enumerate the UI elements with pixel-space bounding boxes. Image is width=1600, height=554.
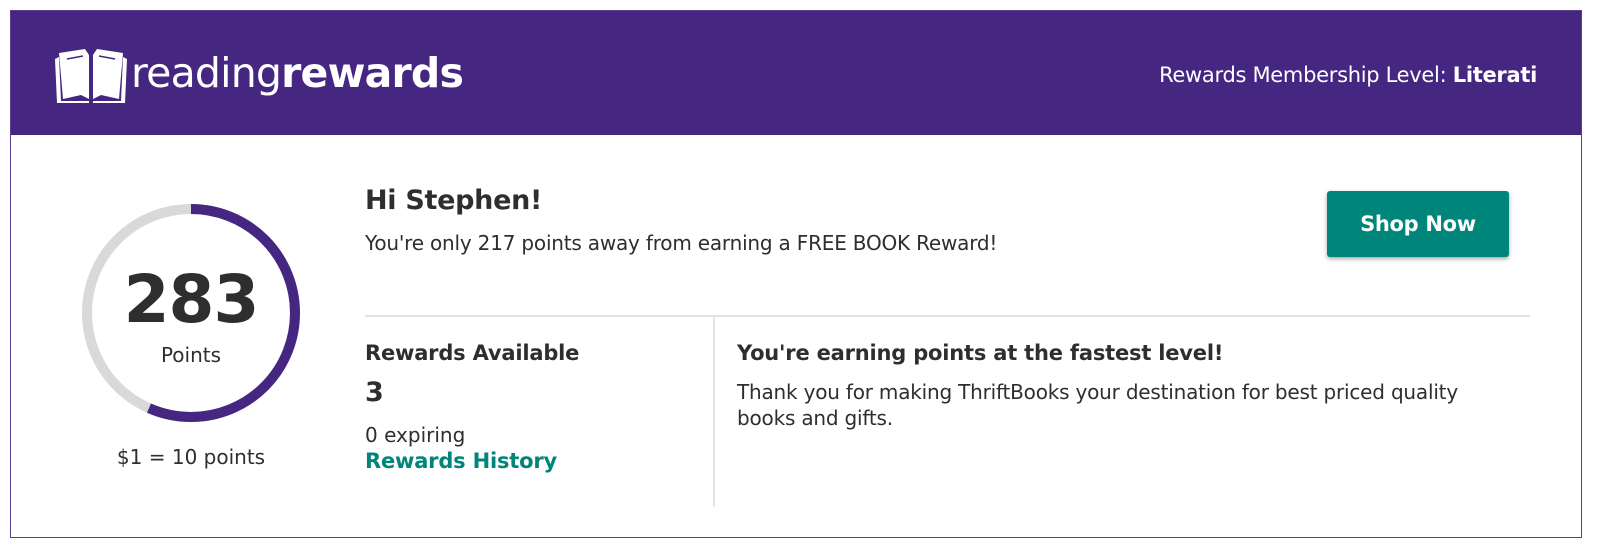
membership-level: Rewards Membership Level: Literati — [1159, 63, 1537, 87]
points-label: Points — [160, 343, 222, 367]
reading-rewards-card: readingrewards Rewards Membership Level:… — [10, 10, 1582, 538]
rewards-history-link[interactable]: Rewards History — [365, 449, 557, 473]
rewards-expiring: 0 expiring — [365, 423, 466, 447]
points-progress-ring: 283 Points — [77, 199, 305, 427]
shop-now-button[interactable]: Shop Now — [1327, 191, 1509, 257]
rewards-available-count: 3 — [365, 377, 384, 408]
points-conversion: $1 = 10 points — [116, 445, 266, 469]
vertical-divider — [713, 317, 715, 507]
greeting-title: Hi Stephen! — [365, 185, 543, 216]
rewards-header: readingrewards Rewards Membership Level:… — [11, 11, 1581, 135]
logo-text-rewards: rewards — [281, 48, 464, 97]
reading-rewards-logo[interactable]: readingrewards — [55, 43, 464, 103]
points-away-message: You're only 217 points away from earning… — [365, 231, 998, 255]
logo-text-reading: reading — [131, 48, 282, 97]
earning-level-title: You're earning points at the fastest lev… — [737, 341, 1224, 365]
earning-level-text: Thank you for making ThriftBooks your de… — [737, 380, 1458, 430]
rewards-available-title: Rewards Available — [365, 341, 580, 365]
points-value: 283 — [123, 261, 260, 338]
horizontal-divider — [365, 315, 1530, 317]
membership-label: Rewards Membership Level: — [1159, 63, 1447, 87]
logo-wordmark: readingrewards — [131, 52, 464, 94]
open-book-icon — [55, 49, 127, 103]
membership-level-value: Literati — [1452, 63, 1538, 87]
